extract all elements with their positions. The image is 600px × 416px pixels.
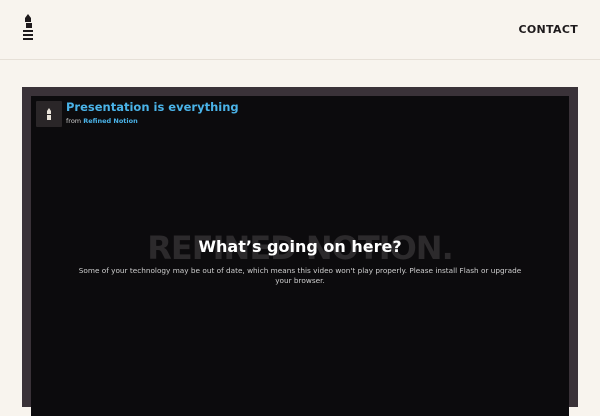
video-title-link[interactable]: Presentation is everything (66, 100, 239, 114)
site-logo-icon[interactable] (21, 14, 35, 44)
owner-link[interactable]: Refined Notion (83, 117, 138, 125)
lighthouse-avatar-icon (47, 108, 51, 120)
contact-link[interactable]: CONTACT (519, 23, 578, 36)
video-embed-frame: Presentation is everything from Refined … (22, 87, 578, 416)
owner-avatar[interactable] (36, 101, 62, 127)
error-message: Some of your technology may be out of da… (78, 266, 522, 285)
top-navigation-bar: CONTACT (0, 0, 600, 60)
video-player[interactable]: Presentation is everything from Refined … (31, 96, 569, 416)
video-byline: from Refined Notion (66, 117, 138, 125)
byline-prefix: from (66, 117, 82, 125)
error-heading: What’s going on here? (198, 237, 402, 256)
